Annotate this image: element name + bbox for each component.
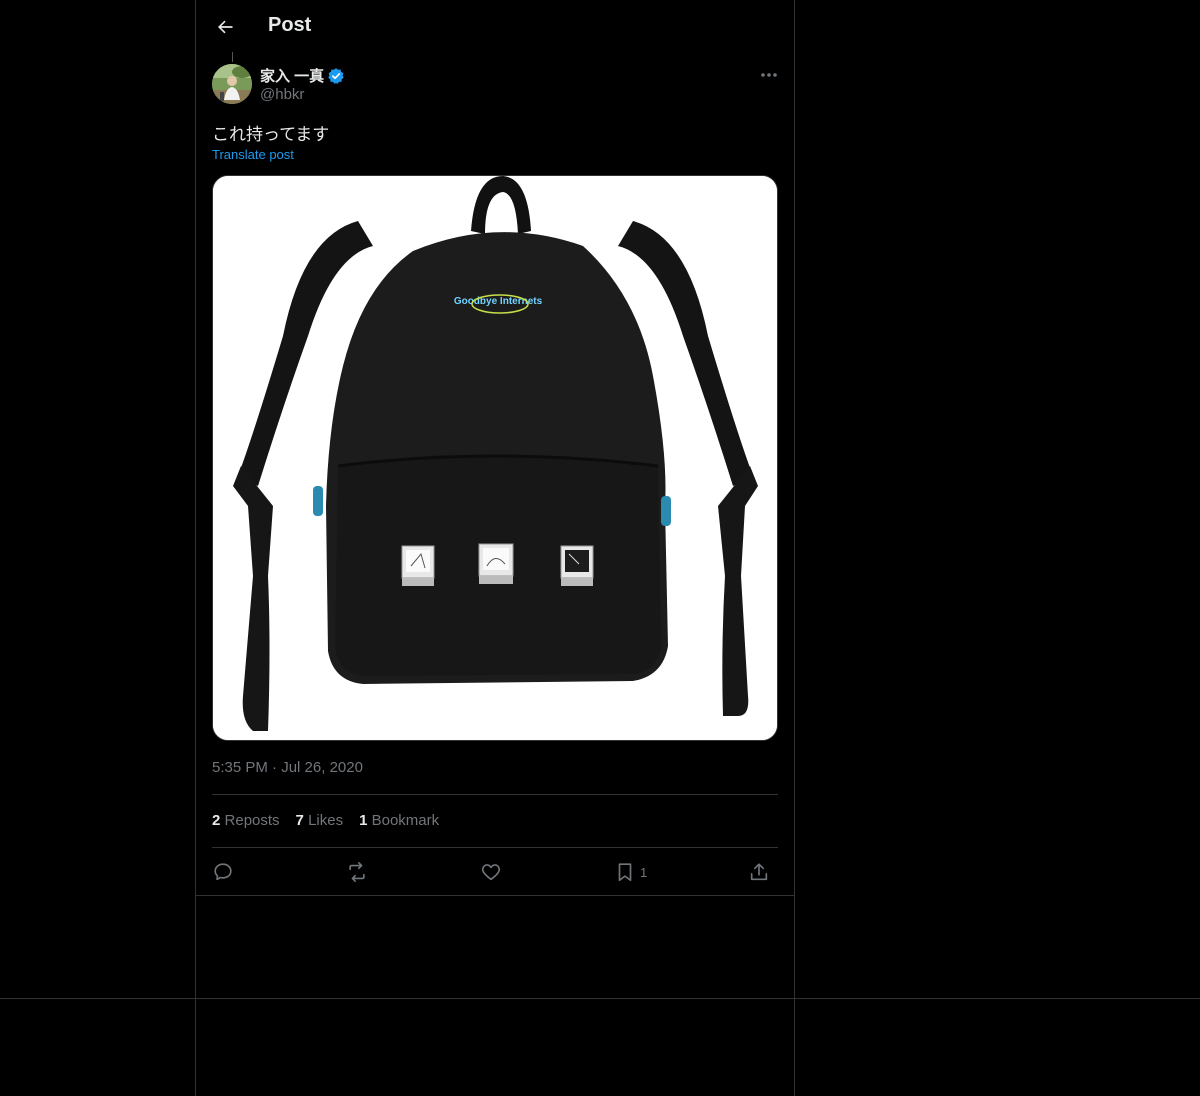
timestamp-separator: · xyxy=(272,759,278,776)
author-name[interactable]: 家入 一真 xyxy=(260,65,324,86)
bookmark-count: 1 xyxy=(640,864,648,880)
main-column: Post 家入 一真 @hbkr これ持ってます Translate post xyxy=(195,0,795,1096)
like-button[interactable] xyxy=(480,856,502,888)
divider xyxy=(212,847,778,848)
repost-icon xyxy=(349,862,365,882)
avatar-image xyxy=(212,64,252,104)
heart-icon xyxy=(481,864,501,881)
reposts-label: Reposts xyxy=(224,812,280,829)
page-title: Post xyxy=(268,14,312,36)
avatar[interactable] xyxy=(212,64,252,104)
bookmark-button[interactable]: 1 xyxy=(614,856,647,888)
likes-count: 7 xyxy=(295,812,304,829)
reply-button[interactable] xyxy=(212,856,234,888)
reposts-stat[interactable]: 2 Reposts xyxy=(212,812,280,829)
divider xyxy=(212,794,778,795)
bookmarks-label: Bookmark xyxy=(371,812,440,829)
arrow-left-icon xyxy=(218,20,233,34)
divider xyxy=(196,895,794,896)
bookmark-icon xyxy=(618,863,632,882)
top-bar: Post xyxy=(196,0,794,53)
backpack-logo-text: Goodbye Internets xyxy=(454,296,543,307)
post-text: これ持ってます xyxy=(212,125,330,144)
post-timestamp: 5:35 PM · Jul 26, 2020 xyxy=(212,759,363,776)
more-horizontal-icon xyxy=(761,73,777,77)
engagement-stats: 2 Reposts 7 Likes 1 Bookmark xyxy=(212,812,439,829)
post-actions: 1 xyxy=(212,856,778,888)
reposts-count: 2 xyxy=(212,812,221,829)
bookmarks-count: 1 xyxy=(359,812,368,829)
post-media-image[interactable]: Goodbye Internets xyxy=(212,175,778,741)
likes-stat[interactable]: 7 Likes xyxy=(296,812,344,829)
post-time[interactable]: 5:35 PM xyxy=(212,759,268,776)
author-name-row: 家入 一真 xyxy=(260,65,345,86)
share-button[interactable] xyxy=(748,856,770,888)
likes-label: Likes xyxy=(308,812,344,829)
translate-post-link[interactable]: Translate post xyxy=(212,147,294,162)
share-icon xyxy=(750,863,768,881)
bookmarks-stat[interactable]: 1 Bookmark xyxy=(359,812,439,829)
verified-badge-icon xyxy=(328,67,344,84)
more-options-button[interactable] xyxy=(756,64,782,86)
repost-button[interactable] xyxy=(346,856,368,888)
author-handle[interactable]: @hbkr xyxy=(260,86,304,103)
back-button[interactable] xyxy=(208,10,242,44)
reply-icon xyxy=(214,863,232,881)
backpack-image: Goodbye Internets xyxy=(213,176,777,740)
thread-line xyxy=(232,52,233,62)
post-date[interactable]: Jul 26, 2020 xyxy=(281,759,363,776)
